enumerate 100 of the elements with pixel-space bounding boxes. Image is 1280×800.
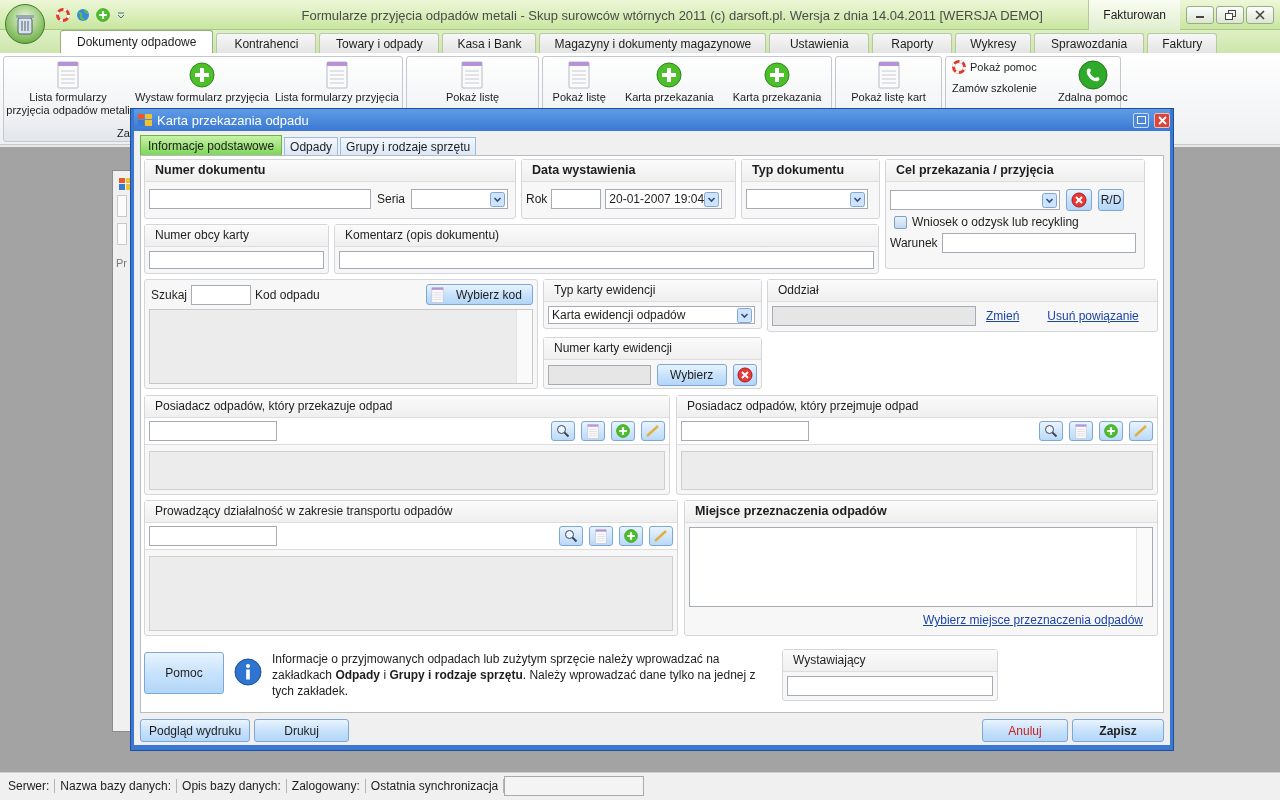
ribbon-tab[interactable]: Wykresy — [955, 33, 1032, 53]
foreign-card-number-field[interactable] — [149, 251, 324, 269]
dialog-tab[interactable]: Odpady — [284, 137, 339, 155]
group-title: Typ karty ewidencji — [544, 280, 761, 302]
restore-button[interactable] — [1216, 6, 1244, 24]
app-menu-button[interactable] — [5, 4, 45, 44]
card-type-dropdown[interactable]: Karta ewidencji odpadów — [548, 306, 755, 324]
recycling-checkbox[interactable]: Wniosek o odzysk lub recykling — [890, 215, 1140, 229]
ribbon-tab[interactable]: Faktury — [1147, 33, 1218, 53]
comment-field[interactable] — [339, 251, 874, 269]
dialog-button[interactable]: Zapisz — [1072, 719, 1164, 742]
ribbon-button[interactable]: Karta przekazania — [729, 58, 825, 104]
group-title: Miejsce przeznaczenia odpadów — [685, 501, 1157, 523]
list-button[interactable] — [581, 421, 605, 441]
close-icon — [1157, 115, 1167, 125]
add-button[interactable] — [619, 526, 643, 546]
close-button[interactable] — [1246, 6, 1274, 24]
edit-button[interactable] — [1129, 421, 1153, 441]
minimize-button[interactable] — [1186, 6, 1214, 24]
group-title: Typ dokumentu — [742, 160, 879, 182]
document-number-field[interactable] — [149, 189, 371, 209]
close-icon — [1255, 10, 1265, 20]
group-title: Oddział — [768, 280, 1157, 302]
unlink-link[interactable]: Usuń powiązanie — [1047, 309, 1139, 323]
list-button[interactable] — [1069, 421, 1093, 441]
ribbon-tab[interactable]: Raporty — [872, 33, 953, 53]
dialog-tab[interactable]: Informacje podstawowe — [140, 135, 283, 155]
dropdown-arrow-icon[interactable] — [116, 10, 126, 20]
ribbon-link-button[interactable]: Zamów szkolenie — [952, 82, 1037, 94]
toolbar-handle[interactable] — [117, 223, 127, 245]
window-title: Formularze przyjęcia odpadów metali - Skup surowców wtórnych 2011 (c) darsoft.pl. Wersja z dnia 14.04.2011 [WERSJA DEMO] — [300, 7, 1044, 23]
search-field[interactable] — [149, 526, 277, 546]
date-dropdown[interactable]: 20-01-2007 19:04 — [605, 189, 723, 209]
scrollbar[interactable] — [516, 310, 532, 383]
issuer-field[interactable] — [787, 676, 993, 696]
choose-button[interactable]: Wybierz — [656, 364, 727, 386]
group-title: Numer karty ewidencji — [544, 338, 761, 360]
add-icon — [656, 61, 683, 88]
restore-icon — [1224, 10, 1236, 20]
add-button[interactable] — [1099, 421, 1123, 441]
list-icon — [568, 60, 591, 89]
group-title: Data wystawienia — [522, 160, 735, 182]
search-field[interactable] — [681, 421, 809, 441]
search-button[interactable] — [559, 526, 583, 546]
search-button[interactable] — [551, 421, 575, 441]
dialog-button[interactable]: Anuluj — [982, 719, 1068, 742]
search-button[interactable] — [1039, 421, 1063, 441]
status-item: Opis bazy danych: — [177, 779, 287, 793]
change-link[interactable]: Zmień — [986, 309, 1020, 323]
ribbon-button[interactable]: Pokaż listę — [442, 58, 503, 104]
caret-icon — [704, 191, 720, 207]
field-label: Kod odpadu — [255, 287, 320, 302]
group-title: Komentarz (opis dokumentu) — [335, 225, 878, 247]
close-button[interactable] — [1154, 112, 1170, 128]
list-button[interactable] — [589, 526, 613, 546]
ribbon-link-button[interactable]: Pokaż pomoc — [952, 60, 1037, 74]
purpose-dropdown[interactable] — [890, 190, 1060, 210]
ribbon-button[interactable]: Lista formularzy przyjęcia odpadów metali — [4, 58, 132, 117]
list-icon — [431, 286, 444, 303]
list-icon — [57, 60, 79, 89]
globe-icon[interactable] — [76, 8, 90, 22]
ribbon-tab[interactable]: Kasa i Bank — [442, 33, 537, 53]
rd-button[interactable]: R/D — [1098, 189, 1124, 211]
ribbon-button[interactable]: Zdalna pomoc — [1055, 58, 1131, 104]
search-field[interactable] — [149, 421, 277, 441]
year-field[interactable] — [551, 189, 602, 209]
info-icon — [234, 658, 262, 686]
choose-code-button[interactable]: Wybierz kod — [426, 284, 533, 305]
dialog-button[interactable]: Podgląd wydruku — [140, 719, 251, 742]
ribbon-tab[interactable]: Sprawozdania — [1034, 33, 1145, 53]
ribbon-tab[interactable]: Towary i odpady — [319, 33, 440, 53]
caret-icon — [1042, 192, 1057, 208]
destination-text-area[interactable] — [689, 527, 1153, 607]
condition-field[interactable] — [941, 233, 1136, 253]
ribbon-button[interactable]: Karta przekazania — [621, 58, 717, 104]
dialog-tab[interactable]: Grupy i rodzaje sprzętu — [340, 137, 477, 155]
dialog-button[interactable]: Drukuj — [254, 719, 350, 742]
choose-destination-link[interactable]: Wybierz miejsce przeznaczenia odpadów — [923, 613, 1143, 627]
help-button[interactable]: Pomoc — [144, 652, 224, 694]
ribbon-tab[interactable]: Magazyny i dokumenty magazynowe — [539, 33, 767, 53]
group-title: Cel przekazania / przyjęcia — [886, 160, 1144, 182]
ribbon-tab[interactable]: Dokumenty odpadowe — [60, 30, 214, 53]
ribbon-tab[interactable]: Ustawienia — [769, 33, 870, 53]
document-type-dropdown[interactable] — [746, 189, 868, 209]
edit-button[interactable] — [649, 526, 673, 546]
clear-button[interactable] — [732, 364, 757, 386]
list-icon — [877, 60, 900, 89]
ribbon-button[interactable]: Pokaż listę — [549, 58, 609, 104]
maximize-button[interactable] — [1133, 112, 1149, 128]
list-icon — [595, 528, 607, 544]
add-icon — [1104, 424, 1118, 438]
edit-button[interactable] — [641, 421, 665, 441]
clear-button[interactable] — [1066, 189, 1092, 211]
ribbon-button[interactable]: Pokaż listę kart — [848, 58, 929, 104]
search-field[interactable] — [191, 284, 252, 305]
series-dropdown[interactable] — [411, 189, 508, 209]
ribbon-tab[interactable]: Kontrahenci — [216, 33, 317, 53]
toolbar-handle[interactable] — [117, 195, 127, 217]
add-button[interactable] — [611, 421, 635, 441]
delete-icon — [1071, 192, 1087, 208]
